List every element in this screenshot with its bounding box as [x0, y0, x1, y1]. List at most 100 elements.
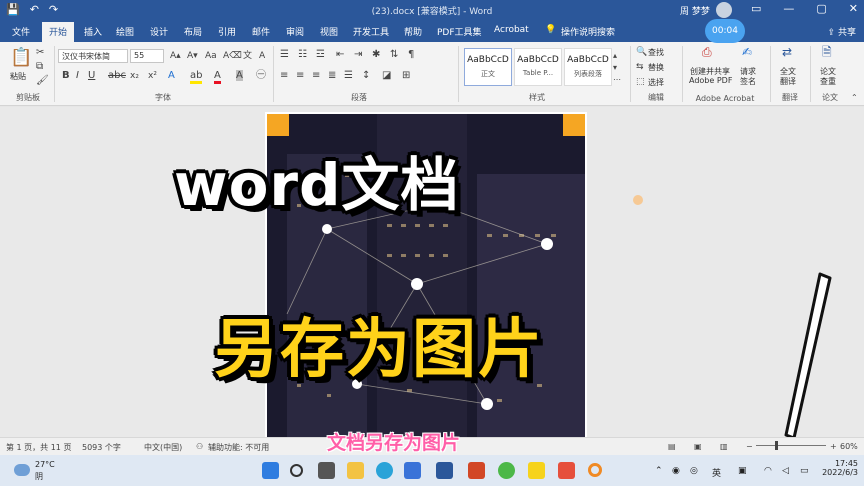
tab-insert[interactable]: 插入	[84, 25, 102, 38]
collapse-ribbon-icon[interactable]: ⌃	[851, 92, 858, 104]
change-case-icon[interactable]: Aa	[205, 50, 217, 62]
notes-app-icon[interactable]	[528, 462, 545, 479]
sort-icon[interactable]: ⇅	[390, 49, 398, 61]
translate-icon[interactable]: ⇄	[782, 46, 792, 58]
language-indicator[interactable]: 中文(中国)	[144, 442, 182, 453]
tab-draw[interactable]: 绘图	[116, 25, 134, 38]
paste-button[interactable]: 粘贴	[10, 71, 26, 82]
distributed-icon[interactable]: ☰	[344, 70, 353, 82]
minimize-button[interactable]: —	[783, 2, 794, 15]
ribbon-display-icon[interactable]: ▭	[751, 2, 761, 15]
copy-icon[interactable]: ⧉	[36, 61, 43, 73]
tray-overflow-icon[interactable]: ⌃	[655, 466, 663, 476]
weather-cloud-icon[interactable]	[14, 464, 30, 476]
char-shading-icon[interactable]: A	[236, 70, 243, 82]
zoom-out-icon[interactable]: −	[746, 442, 753, 451]
find-button[interactable]: 查找	[648, 47, 664, 58]
weather-condition[interactable]: 阴	[35, 471, 43, 482]
bullets-icon[interactable]: ☰	[280, 49, 289, 61]
store-icon[interactable]	[404, 462, 421, 479]
tab-references[interactable]: 引用	[218, 25, 236, 38]
close-button[interactable]: ✕	[849, 2, 858, 15]
tab-file[interactable]: 文件	[12, 25, 30, 38]
grow-font-icon[interactable]: A▴	[170, 50, 181, 62]
tab-help[interactable]: 帮助	[404, 25, 422, 38]
zoom-in-icon[interactable]: +	[830, 442, 837, 451]
read-mode-icon[interactable]: ▤	[668, 442, 676, 451]
justify-icon[interactable]: ≣	[328, 70, 336, 82]
weather-temp[interactable]: 27°C	[35, 460, 55, 469]
task-view-icon[interactable]	[318, 462, 335, 479]
increase-indent-icon[interactable]: ⇥	[354, 49, 362, 61]
red-app-icon[interactable]	[558, 462, 575, 479]
replace-icon[interactable]: ⇆	[636, 61, 644, 73]
chinese-layout-icon[interactable]: ✱	[372, 49, 380, 61]
superscript-icon[interactable]: x²	[148, 70, 157, 82]
decrease-indent-icon[interactable]: ⇤	[336, 49, 344, 61]
share-button[interactable]: ⇪ 共享	[828, 25, 856, 38]
tab-developer[interactable]: 开发工具	[353, 25, 389, 38]
font-color-icon[interactable]: A	[214, 70, 221, 84]
edge-browser-icon[interactable]	[376, 462, 393, 479]
tell-me-search[interactable]: 操作说明搜索	[561, 25, 615, 38]
enclose-char-icon[interactable]: ㊀	[256, 70, 266, 82]
font-size-select[interactable]: 55	[130, 49, 164, 63]
tab-acrobat[interactable]: Acrobat	[494, 25, 529, 35]
italic-icon[interactable]: I	[76, 70, 79, 82]
tab-mailings[interactable]: 邮件	[252, 25, 270, 38]
shrink-font-icon[interactable]: A▾	[187, 50, 198, 62]
align-right-icon[interactable]: ≡	[312, 70, 320, 82]
phonetic-guide-icon[interactable]: 文	[243, 50, 252, 62]
char-border-icon[interactable]: A	[259, 50, 265, 62]
search-icon[interactable]	[290, 464, 303, 477]
clear-format-icon[interactable]: A⌫	[223, 50, 242, 62]
orange-search-app-icon[interactable]	[588, 463, 602, 477]
tray-app-icon[interactable]: ▣	[738, 466, 747, 476]
align-left-icon[interactable]: ≡	[280, 70, 288, 82]
zoom-slider-thumb[interactable]	[775, 441, 778, 450]
select-icon[interactable]: ⬚	[636, 76, 645, 88]
avatar[interactable]	[716, 2, 732, 18]
request-signature-icon[interactable]: ✍	[742, 46, 752, 58]
paper-check-icon[interactable]: 🗎	[822, 46, 832, 58]
font-name-select[interactable]: 汉仪书宋体简	[58, 49, 128, 63]
bold-icon[interactable]: B	[62, 70, 70, 82]
align-center-icon[interactable]: ≡	[296, 70, 304, 82]
battery-icon[interactable]: ▭	[800, 466, 809, 476]
zoom-level[interactable]: 60%	[840, 442, 858, 451]
subscript-icon[interactable]: x₂	[130, 70, 139, 82]
tab-review[interactable]: 审阅	[286, 25, 304, 38]
borders-icon[interactable]: ⊞	[402, 70, 410, 82]
strikethrough-icon[interactable]: abc	[108, 70, 126, 82]
word-count[interactable]: 5093 个字	[82, 442, 121, 453]
replace-button[interactable]: 替换	[648, 62, 664, 73]
zoom-slider[interactable]	[756, 445, 826, 446]
tab-design[interactable]: 设计	[150, 25, 168, 38]
paste-icon[interactable]: 📋	[10, 48, 32, 68]
styles-scroll-up-icon[interactable]: ▴	[613, 50, 617, 62]
text-effects-icon[interactable]: A	[168, 70, 175, 82]
web-layout-icon[interactable]: ▥	[720, 442, 728, 451]
tab-view[interactable]: 视图	[320, 25, 338, 38]
clock[interactable]: 17:45 2022/6/3	[818, 459, 858, 477]
underline-icon[interactable]: U	[88, 70, 95, 82]
shading-icon[interactable]: ◪	[382, 70, 391, 82]
numbering-icon[interactable]: ☷	[298, 49, 307, 61]
select-button[interactable]: 选择	[648, 77, 664, 88]
highlight-icon[interactable]: ab	[190, 70, 203, 84]
tray-app-icon[interactable]: ◎	[690, 466, 698, 476]
create-pdf-icon[interactable]: ⎙	[702, 46, 712, 58]
page-count[interactable]: 第 1 页，共 11 页	[6, 442, 71, 453]
ime-language-indicator[interactable]: 英	[712, 466, 721, 479]
green-app-icon[interactable]	[498, 462, 515, 479]
multilevel-list-icon[interactable]: ☲	[316, 49, 325, 61]
styles-more-icon[interactable]: ⋯	[613, 74, 621, 86]
user-name[interactable]: 周 梦梦	[680, 4, 710, 17]
style-table-paragraph[interactable]: AaBbCcD Table P...	[514, 48, 562, 86]
line-spacing-icon[interactable]: ↕	[362, 70, 370, 82]
accessibility-status[interactable]: 辅助功能: 不可用	[208, 442, 269, 453]
tray-app-icon[interactable]: ◉	[672, 466, 680, 476]
format-painter-icon[interactable]: 🖌	[36, 75, 49, 87]
find-icon[interactable]: 🔍	[636, 46, 647, 58]
powerpoint-app-icon[interactable]	[468, 462, 485, 479]
